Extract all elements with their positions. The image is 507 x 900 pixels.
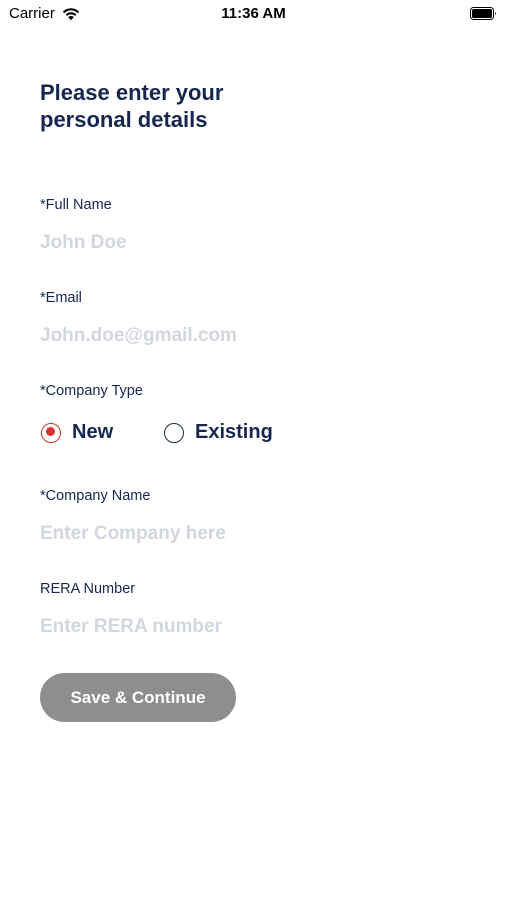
- company-type-new-radio[interactable]: New: [41, 421, 113, 444]
- company-name-label: *Company Name: [40, 488, 151, 504]
- radio-selected-icon: [41, 422, 61, 443]
- status-time: 11:36 AM: [221, 5, 286, 22]
- email-label: *Email: [40, 290, 82, 306]
- rera-number-input[interactable]: [40, 613, 460, 641]
- full-name-label: *Full Name: [40, 197, 112, 213]
- full-name-input[interactable]: [40, 229, 460, 257]
- company-type-label: *Company Type: [40, 383, 143, 399]
- page-title: Please enter your personal details: [40, 80, 224, 132]
- rera-number-label: RERA Number: [40, 581, 136, 597]
- company-name-input[interactable]: [40, 520, 460, 548]
- radio-unselected-icon: [164, 422, 184, 443]
- status-bar: Carrier 11:36 AM: [0, 0, 507, 28]
- battery-icon: [470, 7, 496, 20]
- email-input[interactable]: [40, 322, 460, 350]
- company-type-existing-radio[interactable]: Existing: [164, 421, 273, 444]
- save-continue-button[interactable]: Save & Continue: [40, 673, 236, 722]
- radio-label-existing: Existing: [195, 421, 273, 443]
- radio-label-new: New: [72, 421, 114, 443]
